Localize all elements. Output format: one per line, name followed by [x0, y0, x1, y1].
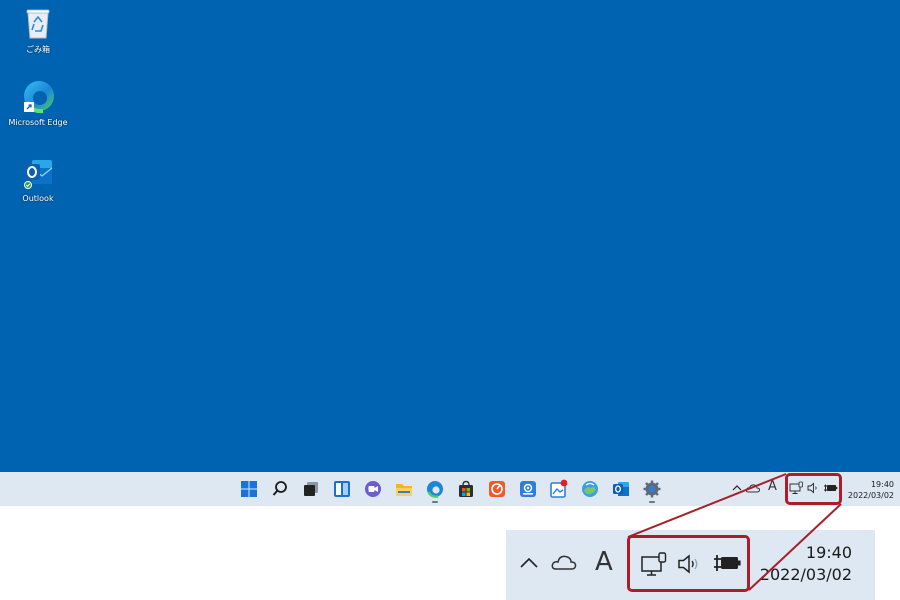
- desktop-icon-edge[interactable]: Microsoft Edge: [0, 78, 76, 127]
- taskbar-search-button[interactable]: [270, 479, 290, 499]
- highlight-box-large: [627, 535, 750, 592]
- taskbar-widgets-button[interactable]: [332, 479, 352, 499]
- ime-icon[interactable]: A: [595, 546, 613, 578]
- desktop-icon-label: Outlook: [22, 194, 54, 203]
- edge-icon: [427, 481, 443, 498]
- outlook-icon: [24, 160, 53, 189]
- taskbar-settings-button[interactable]: [642, 479, 662, 499]
- widgets-icon: [334, 481, 350, 497]
- clock-date: 2022/03/02: [847, 491, 894, 500]
- chevron-up-icon[interactable]: [518, 552, 540, 574]
- taskbar: [0, 472, 900, 506]
- desktop-icon-outlook[interactable]: Outlook: [0, 154, 76, 203]
- search-icon: [272, 481, 287, 496]
- taskbar-task-view-button[interactable]: [301, 479, 321, 499]
- task-view-icon: [304, 482, 318, 496]
- onedrive-icon[interactable]: [745, 481, 761, 495]
- photos-icon: [550, 479, 568, 498]
- taskbar-start-button[interactable]: [239, 479, 259, 499]
- taskbar-clock[interactable]: 19:40 2022/03/02: [844, 479, 894, 501]
- desktop-icon-label: ごみ箱: [26, 45, 50, 54]
- file-explorer-icon: [396, 484, 412, 496]
- desktop-icon-label: Microsoft Edge: [8, 118, 68, 127]
- outlook-icon: [613, 482, 629, 496]
- highlight-box-small: [785, 473, 842, 505]
- taskbar-file-explorer-button[interactable]: [394, 479, 414, 499]
- taskbar-photos-button[interactable]: [549, 479, 569, 499]
- recycle-bin-icon: [26, 9, 50, 39]
- taskbar-mail-app-button[interactable]: [518, 479, 538, 499]
- onedrive-icon[interactable]: [550, 550, 578, 574]
- taskbar-edge-button[interactable]: [425, 479, 445, 499]
- taskbar-weather-button[interactable]: [580, 479, 600, 499]
- mail-app-icon: [520, 481, 536, 497]
- chevron-up-icon[interactable]: [731, 481, 743, 495]
- taskbar-office-app-button[interactable]: [487, 479, 507, 499]
- edge-icon: [24, 81, 54, 114]
- clock-date: 2022/03/02: [759, 565, 852, 584]
- running-indicator: [649, 501, 655, 503]
- weather-icon: [582, 481, 598, 497]
- clock-time: 19:40: [870, 480, 894, 489]
- desktop-icon-recycle-bin[interactable]: ごみ箱: [0, 4, 76, 55]
- settings-icon: [643, 480, 661, 498]
- desktop: ごみ箱 Microsoft Edge Outlook: [0, 0, 900, 472]
- office-app-icon: [489, 481, 505, 497]
- teams-chat-icon: [365, 481, 381, 497]
- taskbar-store-button[interactable]: [456, 479, 476, 499]
- clock-time: 19:40: [805, 543, 852, 562]
- running-indicator: [432, 501, 438, 503]
- start-icon: [241, 481, 257, 497]
- zoomed-clock[interactable]: 19:40 2022/03/02: [760, 542, 852, 586]
- taskbar-outlook-button[interactable]: [611, 479, 631, 499]
- screenshot-stage: ごみ箱 Microsoft Edge Outlook A 19:40 2022/…: [0, 0, 900, 600]
- taskbar-chat-button[interactable]: [363, 479, 383, 499]
- store-icon: [459, 480, 473, 497]
- ime-icon[interactable]: A: [768, 479, 777, 494]
